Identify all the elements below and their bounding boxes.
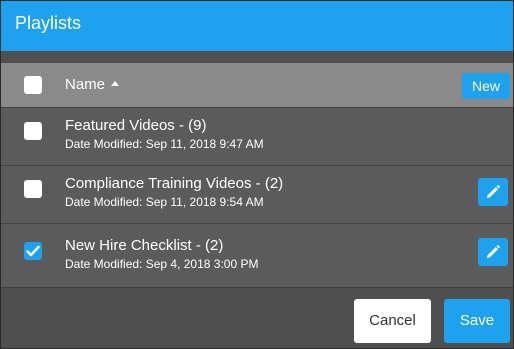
- playlist-date-modified: Date Modified: Sep 11, 2018 9:54 AM: [65, 195, 264, 209]
- playlist-date-modified: Date Modified: Sep 11, 2018 9:47 AM: [65, 137, 264, 151]
- playlist-row[interactable]: Featured Videos - (9) Date Modified: Sep…: [1, 107, 513, 165]
- row-checkbox[interactable]: [24, 242, 42, 260]
- playlist-date-modified: Date Modified: Sep 4, 2018 3:00 PM: [65, 257, 259, 271]
- title-bar: Playlists: [1, 1, 513, 51]
- playlists-dialog: Playlists Name New Featured Videos - (9)…: [0, 0, 514, 349]
- playlist-row[interactable]: Compliance Training Videos - (2) Date Mo…: [1, 165, 513, 223]
- cancel-button[interactable]: Cancel: [354, 299, 431, 343]
- playlist-name: Featured Videos - (9): [65, 117, 207, 134]
- row-checkbox[interactable]: [24, 180, 42, 198]
- pencil-icon: [487, 245, 500, 258]
- list-header: Name: [1, 63, 513, 107]
- sort-ascending-icon: [111, 80, 120, 86]
- pencil-icon: [487, 185, 500, 198]
- new-playlist-button[interactable]: New: [462, 73, 510, 99]
- checkmark-icon: [26, 245, 40, 257]
- name-column-label: Name: [65, 76, 106, 93]
- playlist-row[interactable]: New Hire Checklist - (2) Date Modified: …: [1, 223, 513, 287]
- playlist-name: New Hire Checklist - (2): [65, 237, 224, 254]
- playlist-name: Compliance Training Videos - (2): [65, 175, 284, 192]
- title-divider: [1, 51, 513, 63]
- dialog-title: Playlists: [15, 13, 82, 33]
- edit-playlist-button[interactable]: [478, 238, 508, 266]
- row-checkbox[interactable]: [24, 122, 42, 140]
- select-all-checkbox[interactable]: [24, 76, 42, 94]
- name-column-header[interactable]: Name: [65, 76, 120, 93]
- dialog-footer: [1, 287, 513, 348]
- save-button[interactable]: Save: [444, 299, 510, 343]
- edit-playlist-button[interactable]: [478, 178, 508, 206]
